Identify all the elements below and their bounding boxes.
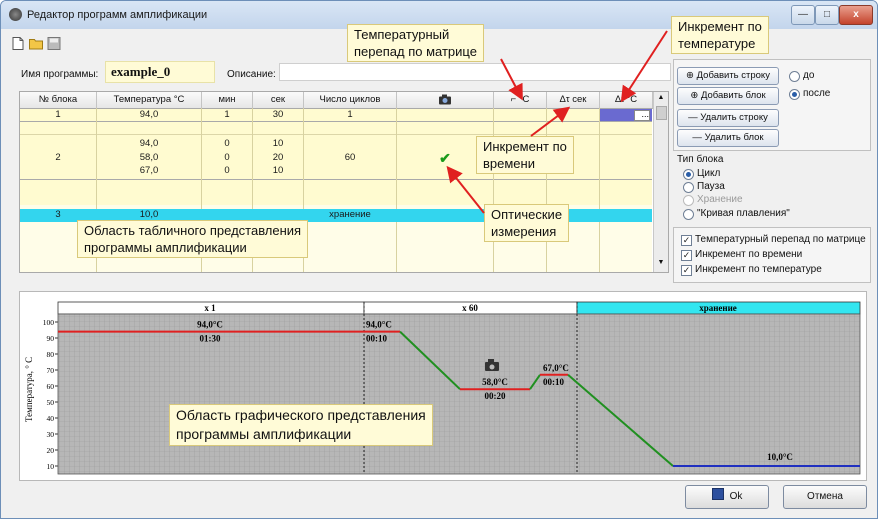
ok-label: Ok <box>729 491 743 502</box>
annotation-arrows <box>446 30 668 214</box>
arrow-temp-increment <box>620 30 668 103</box>
arrow-matrix-gradient <box>500 58 523 101</box>
save-disk-icon <box>711 488 724 500</box>
arrow-time-increment <box>530 106 571 137</box>
window: Редактор программ амплификации — □ x Имя… <box>0 0 878 519</box>
cancel-button[interactable]: Отмена <box>783 485 867 509</box>
arrow-optical <box>446 165 485 214</box>
ok-button[interactable]: Ok <box>685 485 769 509</box>
